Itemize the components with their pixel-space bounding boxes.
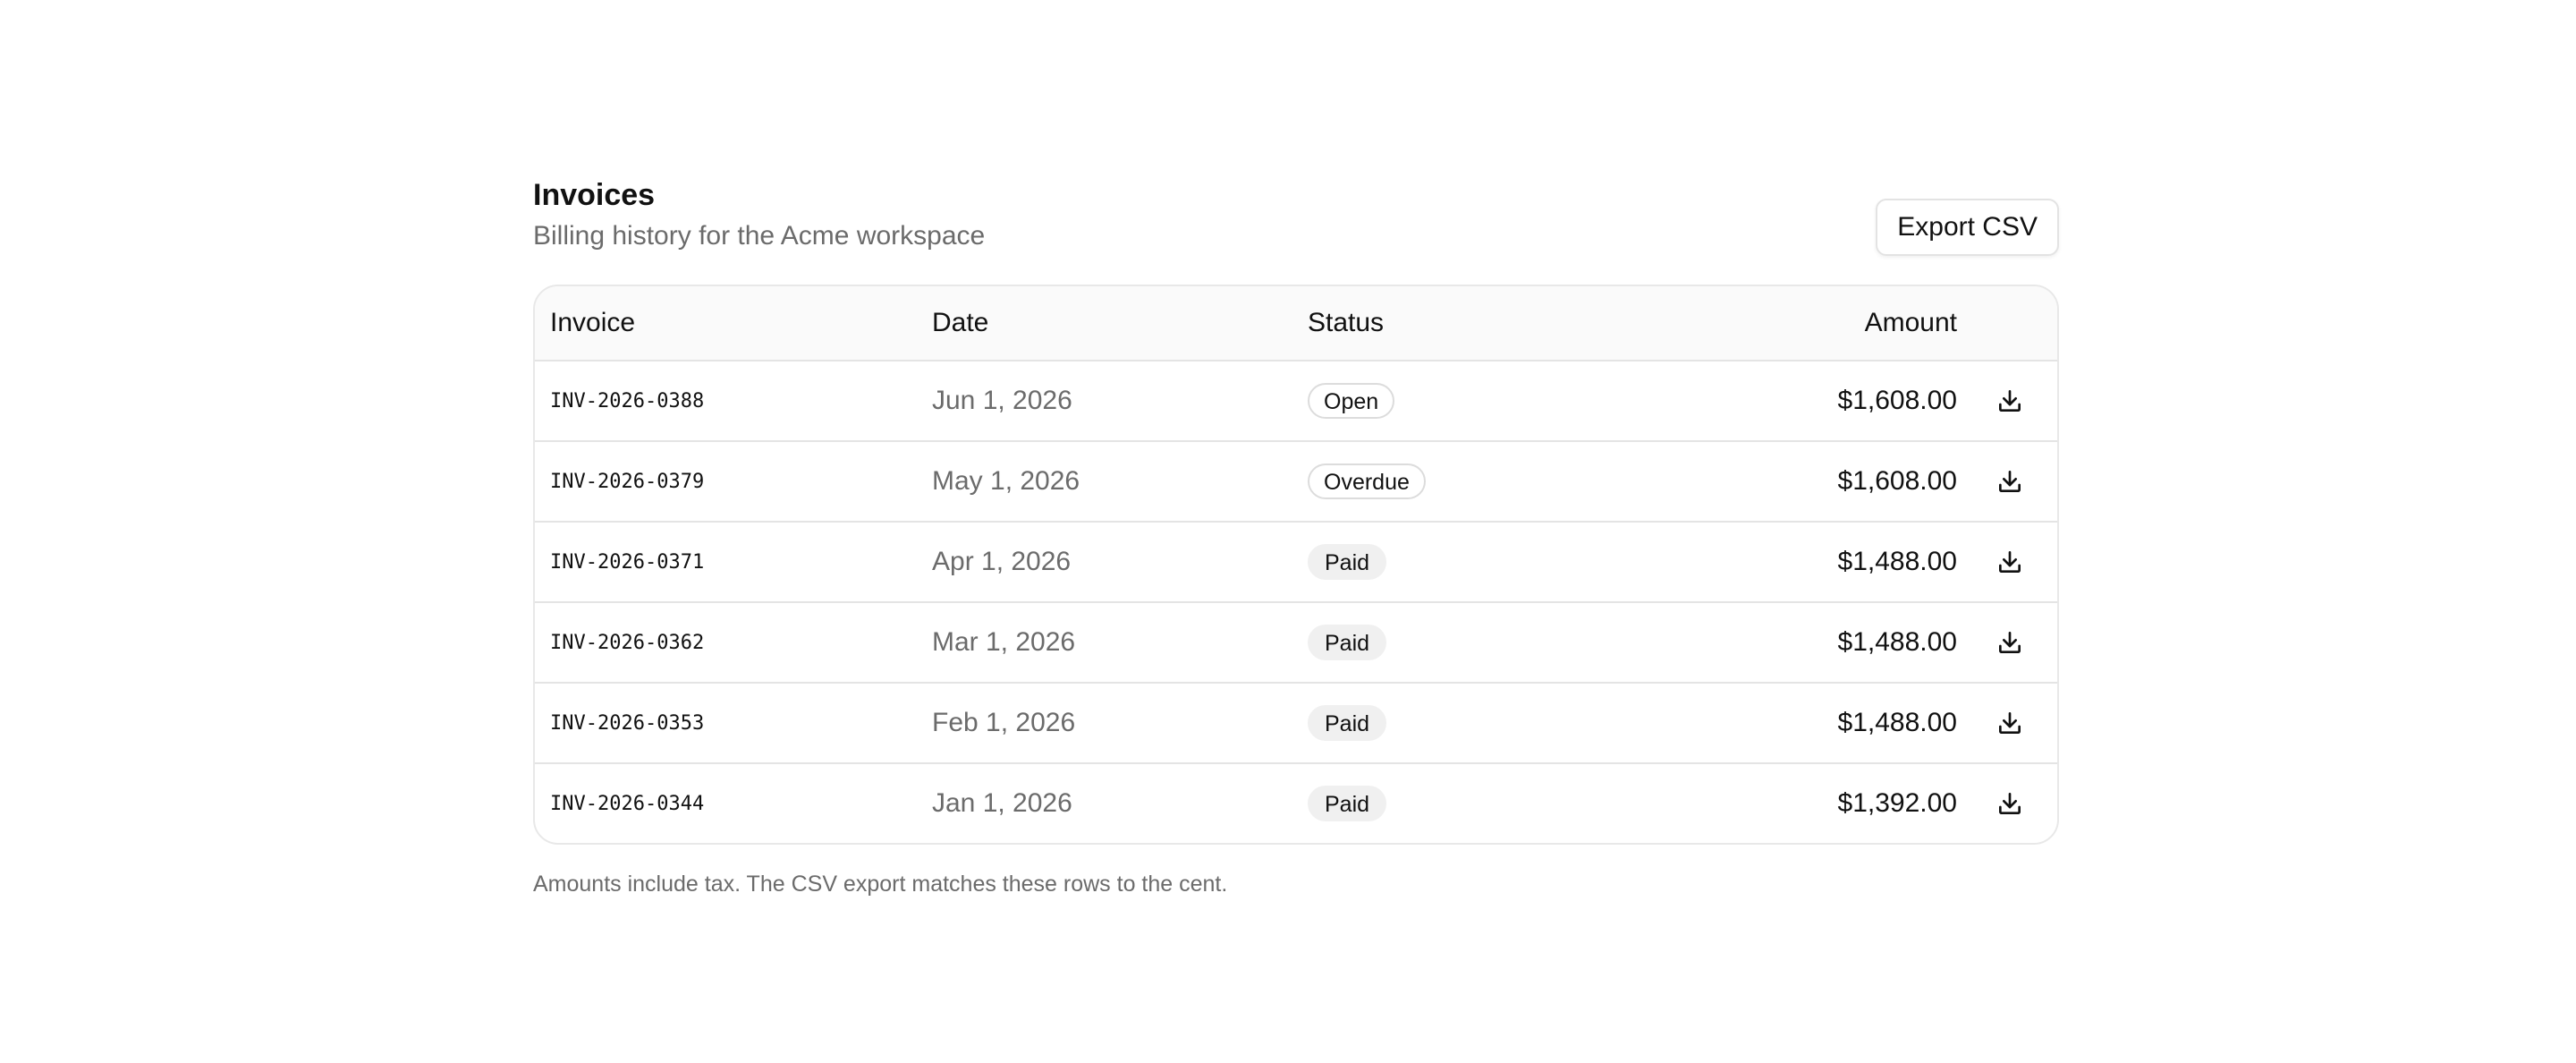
invoices-panel: Invoices Billing history for the Acme wo… xyxy=(533,175,2059,897)
invoice-amount: $1,608.00 xyxy=(1837,386,1957,415)
invoice-date: Feb 1, 2026 xyxy=(932,708,1076,737)
export-csv-button[interactable]: Export CSV xyxy=(1876,199,2059,256)
invoice-id: INV-2026-0344 xyxy=(550,792,705,815)
invoice-amount: $1,488.00 xyxy=(1837,627,1957,657)
invoice-id: INV-2026-0371 xyxy=(550,550,705,574)
download-icon xyxy=(1999,632,2021,653)
table-footnote: Amounts include tax. The CSV export matc… xyxy=(533,872,1228,897)
invoice-date: Mar 1, 2026 xyxy=(932,627,1076,657)
download-icon xyxy=(1999,551,2021,573)
column-header-status: Status xyxy=(1308,308,1385,337)
invoices-header: Invoices Billing history for the Acme wo… xyxy=(533,175,2059,285)
page-title: Invoices xyxy=(533,178,656,212)
column-header-amount: Amount xyxy=(1864,308,1957,337)
download-icon xyxy=(1999,390,2021,412)
invoice-amount: $1,392.00 xyxy=(1837,788,1957,818)
invoice-id: INV-2026-0388 xyxy=(550,389,705,412)
invoice-amount: $1,488.00 xyxy=(1837,708,1957,737)
status-badge: Paid xyxy=(1308,625,1387,660)
status-badge: Paid xyxy=(1308,786,1387,821)
download-invoice-button[interactable] xyxy=(1990,462,2029,501)
invoice-date: Jun 1, 2026 xyxy=(932,386,1072,415)
table-row: INV-2026-0379 May 1, 2026 Overdue $1,608… xyxy=(535,442,2057,523)
download-icon xyxy=(1999,471,2021,492)
status-badge: Paid xyxy=(1308,705,1387,741)
invoice-id: INV-2026-0379 xyxy=(550,470,705,493)
download-icon xyxy=(1999,793,2021,814)
column-header-invoice: Invoice xyxy=(550,308,636,337)
invoices-table: Invoice Date Status Amount INV-2026-0388… xyxy=(533,285,2059,845)
table-row: INV-2026-0388 Jun 1, 2026 Open $1,608.00 xyxy=(535,361,2057,442)
download-icon xyxy=(1999,712,2021,734)
download-invoice-button[interactable] xyxy=(1990,703,2029,743)
status-badge: Paid xyxy=(1308,544,1387,580)
table-row: INV-2026-0362 Mar 1, 2026 Paid $1,488.00 xyxy=(535,603,2057,684)
table-row: INV-2026-0344 Jan 1, 2026 Paid $1,392.00 xyxy=(535,764,2057,843)
invoice-id: INV-2026-0362 xyxy=(550,631,705,654)
invoice-date: Jan 1, 2026 xyxy=(932,788,1072,818)
invoice-date: May 1, 2026 xyxy=(932,466,1080,496)
invoice-date: Apr 1, 2026 xyxy=(932,547,1072,576)
download-invoice-button[interactable] xyxy=(1990,381,2029,421)
download-invoice-button[interactable] xyxy=(1990,784,2029,823)
status-badge: Overdue xyxy=(1308,463,1426,499)
page-subtitle: Billing history for the Acme workspace xyxy=(533,221,986,251)
table-row: INV-2026-0371 Apr 1, 2026 Paid $1,488.00 xyxy=(535,523,2057,603)
download-invoice-button[interactable] xyxy=(1990,542,2029,582)
column-header-date: Date xyxy=(932,308,989,337)
invoice-amount: $1,488.00 xyxy=(1837,547,1957,576)
download-invoice-button[interactable] xyxy=(1990,623,2029,662)
invoice-amount: $1,608.00 xyxy=(1837,466,1957,496)
invoice-id: INV-2026-0353 xyxy=(550,711,705,735)
table-header: Invoice Date Status Amount xyxy=(535,286,2057,361)
status-badge: Open xyxy=(1308,383,1395,419)
table-row: INV-2026-0353 Feb 1, 2026 Paid $1,488.00 xyxy=(535,684,2057,764)
